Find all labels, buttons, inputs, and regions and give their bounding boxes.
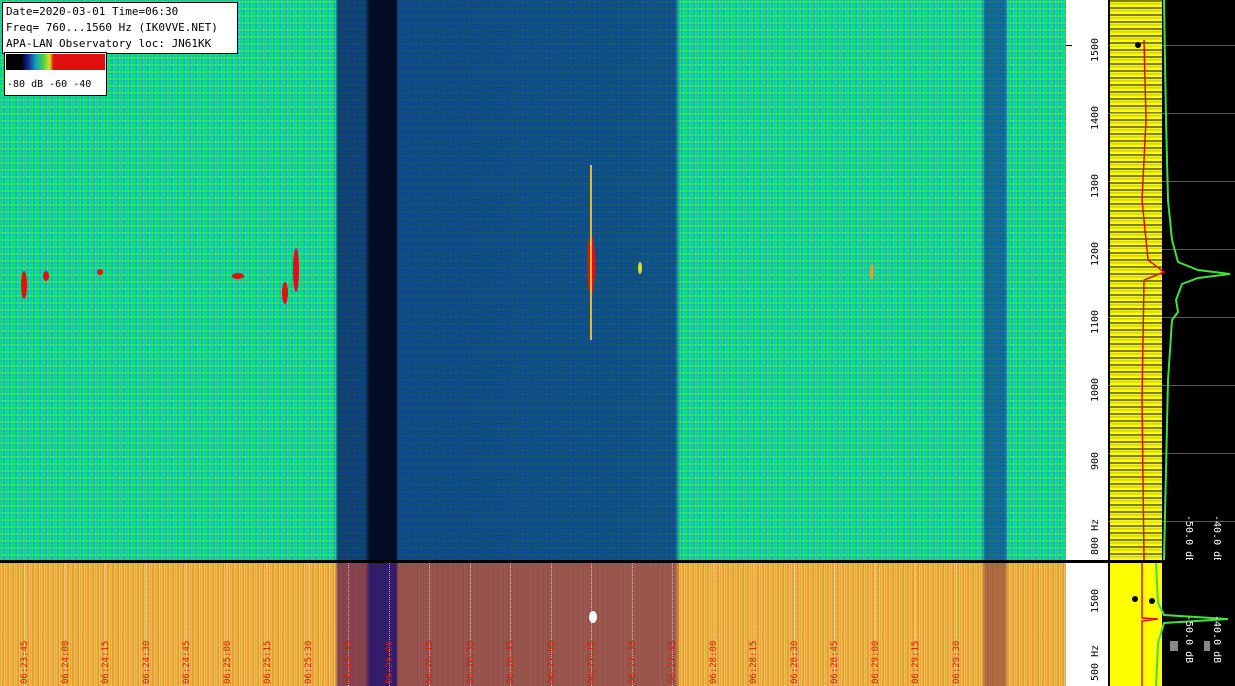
spectrum-curves <box>1135 0 1231 560</box>
echo-3 <box>97 269 103 275</box>
tick-1400: 1400 <box>1090 105 1101 130</box>
tick-900: 900 <box>1090 451 1101 470</box>
echo-5 <box>282 282 288 304</box>
time-label: 06:28:00 <box>709 640 719 684</box>
time-label: 06:25:15 <box>263 640 273 684</box>
db-label-bottom-40: -40.0 dB <box>1211 615 1222 664</box>
time-label: 06:26:00 <box>385 640 395 684</box>
spectrum-profile-top: -50.0 dB -40.0 dB <box>1108 0 1235 560</box>
info-observatory: APA-LAN Observatory loc: JN61KK <box>6 37 212 50</box>
tick-1500: 1500 <box>1090 37 1101 62</box>
echo-9 <box>638 262 642 274</box>
bottom-markers <box>589 611 597 623</box>
db-label-50: -50.0 dB <box>1183 515 1194 560</box>
time-label: 06:25:45 <box>344 640 354 684</box>
tick-1000: 1000 <box>1090 377 1101 402</box>
time-label: 06:28:15 <box>749 640 759 684</box>
tick-1200: 1200 <box>1090 241 1101 266</box>
waterfall-spectrogram-top <box>0 0 1066 560</box>
echo-2 <box>43 271 49 281</box>
time-label: 06:29:30 <box>952 640 962 684</box>
time-label: 06:24:30 <box>142 640 152 684</box>
time-label: 06:27:00 <box>547 640 557 684</box>
db-label-bottom-50: -50.0 dB <box>1183 615 1194 664</box>
time-label: 06:29:00 <box>871 640 881 684</box>
echo-4 <box>232 273 244 279</box>
time-label: 06:29:15 <box>911 640 921 684</box>
echo-8 <box>870 264 874 280</box>
echo-1 <box>21 271 27 299</box>
echo-6 <box>293 248 299 292</box>
time-label: 06:26:15 <box>425 640 435 684</box>
time-label: 06:25:30 <box>304 640 314 684</box>
signal-echoes <box>21 165 874 340</box>
time-label: 06:26:45 <box>506 640 516 684</box>
color-scale-bar <box>6 54 105 70</box>
time-label: 06:23:45 <box>20 640 30 684</box>
waterfall-spectrogram-bottom: 06:23:45 06:24:00 06:24:15 06:24:30 06:24:45… <box>0 563 1066 686</box>
tick-bottom-1500: 1500 <box>1090 588 1101 613</box>
time-label: 06:24:45 <box>182 640 192 684</box>
time-label: 06:26:30 <box>466 640 476 684</box>
frequency-axis-top: 1500 1400 1300 1200 1100 1000 900 800 Hz <box>1066 0 1108 560</box>
color-scale-legend: -80 dB -60 -40 <box>4 52 107 96</box>
color-scale-labels: -80 dB -60 -40 <box>7 79 92 90</box>
time-label: 06:27:15 <box>587 640 597 684</box>
info-box: Date=2020-03-01 Time=06:30 Freq= 760...1… <box>2 2 238 54</box>
time-label: 06:28:45 <box>830 640 840 684</box>
spectrum-profile-bottom: -50.0 dB -40.0 dB <box>1108 563 1235 686</box>
info-date-time: Date=2020-03-01 Time=06:30 <box>6 5 179 18</box>
time-label: 06:27:30 <box>628 640 638 684</box>
time-label: 06:24:15 <box>101 640 111 684</box>
time-label: 06:25:00 <box>223 640 233 684</box>
db-label-40: -40.0 dB <box>1211 515 1222 560</box>
frequency-axis-bottom: 1500 500 Hz <box>1066 563 1108 686</box>
panel-separator <box>0 560 1235 563</box>
tick-bottom-500hz: 500 Hz <box>1090 644 1101 681</box>
tick-800hz: 800 Hz <box>1090 518 1101 555</box>
time-label: 06:24:00 <box>61 640 71 684</box>
info-frequency: Freq= 760...1560 Hz (IK0VVE.NET) <box>6 21 218 34</box>
time-label: 06:28:30 <box>790 640 800 684</box>
time-label: 06:27:45 <box>668 640 678 684</box>
tick-1300: 1300 <box>1090 173 1101 198</box>
tick-1100: 1100 <box>1090 309 1101 334</box>
